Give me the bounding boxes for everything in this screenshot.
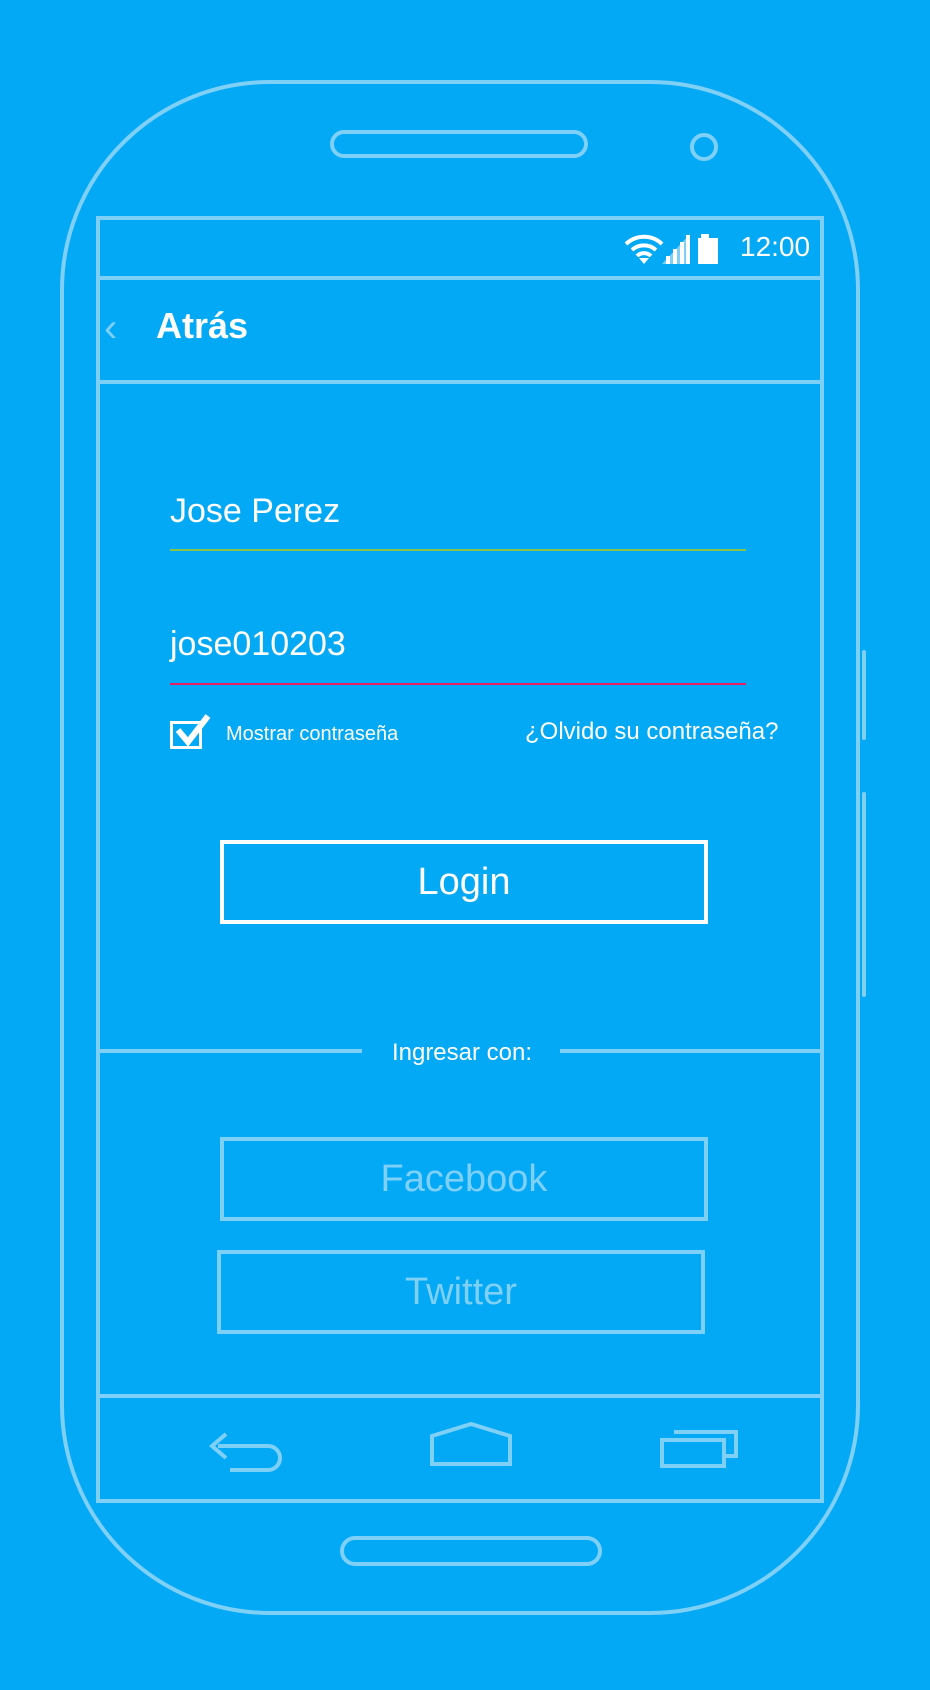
username-underline (170, 549, 746, 551)
status-time: 12:00 (740, 231, 811, 262)
status-icons (624, 234, 718, 264)
back-nav-icon[interactable] (200, 1420, 284, 1476)
signal-icon (662, 234, 690, 264)
password-field[interactable]: jose010203 (170, 625, 346, 664)
facebook-button[interactable]: Facebook (220, 1137, 708, 1221)
home-nav-icon[interactable] (428, 1420, 514, 1470)
twitter-button[interactable]: Twitter (217, 1250, 705, 1334)
password-underline (170, 683, 746, 685)
login-with-label: Ingresar con: (391, 1039, 533, 1066)
separator-right (560, 1049, 824, 1053)
username-field[interactable]: Jose Perez (170, 492, 340, 531)
back-chevron-icon[interactable]: ‹ (104, 306, 117, 350)
wifi-icon (624, 234, 664, 264)
home-slot (340, 1536, 602, 1566)
power-button (862, 792, 866, 997)
forgot-password-link[interactable]: ¿Olvido su contraseña? (525, 718, 778, 746)
speaker-slot (330, 130, 588, 158)
volume-button (862, 650, 866, 740)
navbar-divider (96, 1394, 824, 1398)
status-divider (96, 276, 824, 280)
checkmark-icon (175, 714, 211, 747)
appbar-divider (96, 380, 824, 384)
login-button[interactable]: Login (220, 840, 708, 924)
separator-left (96, 1049, 362, 1053)
show-password-label: Mostrar contraseña (226, 723, 399, 745)
front-camera (690, 133, 718, 161)
recents-nav-icon[interactable] (658, 1424, 742, 1472)
back-title[interactable]: Atrás (156, 305, 248, 347)
battery-icon (698, 234, 718, 264)
